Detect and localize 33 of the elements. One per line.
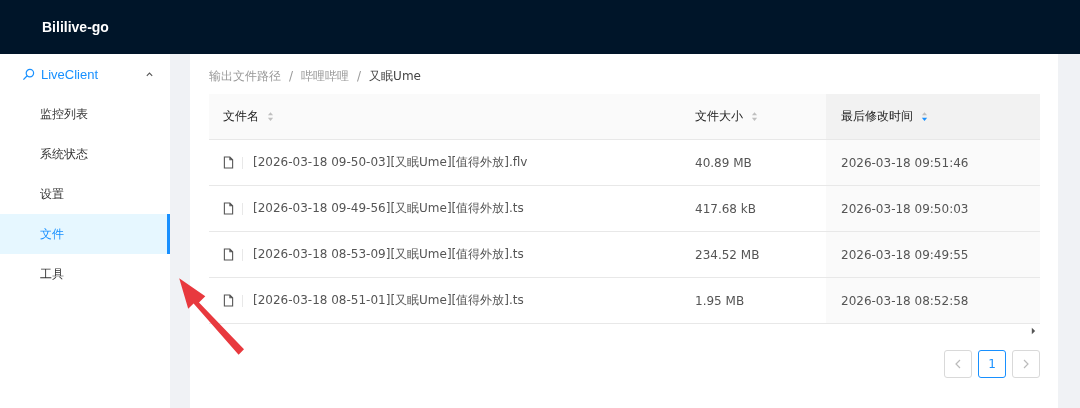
- breadcrumb-separator: /: [289, 69, 294, 83]
- table-cell: [2026-03-18 08-53-09][又眠Ume][值得外放].ts: [209, 232, 680, 277]
- table-cell-text: 40.89 MB: [694, 154, 753, 172]
- file-icon: [223, 248, 234, 261]
- chevron-left-icon: [955, 359, 961, 369]
- file-icon: [223, 294, 234, 307]
- table-cell: [2026-03-18 09-49-56][又眠Ume][值得外放].ts: [209, 186, 680, 231]
- app-title: Bililive-go: [42, 19, 109, 35]
- table-cell: 2026-03-18 09:50:03: [826, 186, 1040, 231]
- breadcrumb-separator: /: [357, 69, 362, 83]
- table-cell: [2026-03-18 08-51-01][又眠Ume][值得外放].ts: [209, 278, 680, 323]
- table-cell: 2026-03-18 09:49:55: [826, 232, 1040, 277]
- file-icon: [223, 156, 234, 169]
- table-cell-text: 417.68 kB: [694, 200, 757, 218]
- search-icon: [22, 67, 35, 81]
- column-header[interactable]: 文件大小: [680, 94, 826, 139]
- menu-item[interactable]: 系统状态: [0, 134, 170, 174]
- file-icon: [223, 202, 234, 215]
- table-cell: [2026-03-18 09-50-03][又眠Ume][值得外放].flv: [209, 140, 680, 185]
- previous-page-button[interactable]: [944, 350, 972, 378]
- chevron-right-icon: [1023, 359, 1029, 369]
- scroll-right-icon[interactable]: [1031, 327, 1036, 335]
- column-header[interactable]: 最后修改时间: [826, 94, 1040, 139]
- breadcrumb-item[interactable]: 又眠Ume: [369, 67, 421, 85]
- menu-item[interactable]: 设置: [0, 174, 170, 214]
- menu-item[interactable]: 监控列表: [0, 94, 170, 134]
- next-page-button[interactable]: [1012, 350, 1040, 378]
- column-header[interactable]: 文件名: [209, 94, 680, 139]
- table-cell-text: 1.95 MB: [694, 292, 746, 310]
- table-cell-text: 234.52 MB: [694, 246, 761, 264]
- table-cell: 2026-03-18 09:51:46: [826, 140, 1040, 185]
- table-cell: 2026-03-18 08:52:58: [826, 278, 1040, 323]
- menu-item[interactable]: 工具: [0, 254, 170, 294]
